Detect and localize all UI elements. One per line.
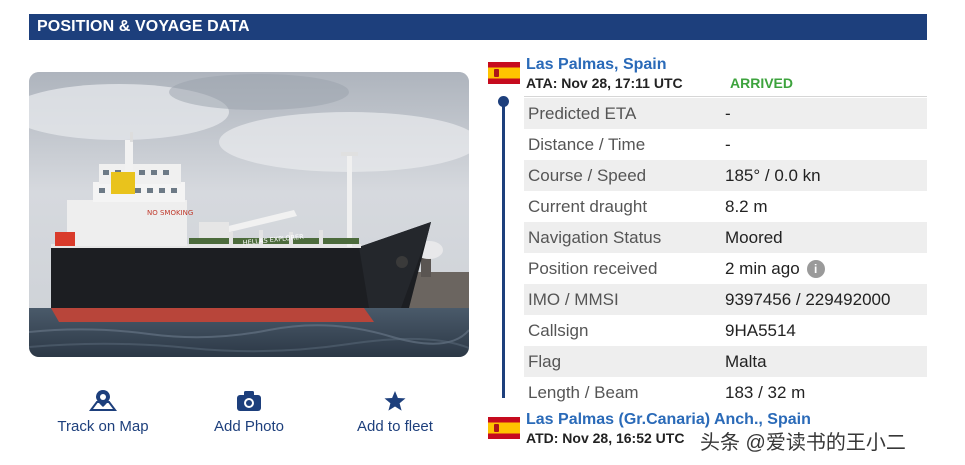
row-value: Malta xyxy=(725,351,767,371)
row-value: 9397456 / 229492000 xyxy=(725,289,891,309)
spain-flag-icon xyxy=(488,62,520,84)
row-label: Position received xyxy=(528,258,658,278)
table-row: Course / Speed 185° / 0.0 kn xyxy=(524,160,927,191)
row-value: - xyxy=(725,103,731,123)
voyage-timeline xyxy=(502,101,505,398)
row-value: 8.2 m xyxy=(725,196,768,216)
row-value: 9HA5514 xyxy=(725,320,796,340)
row-value: 183 / 32 m xyxy=(725,382,806,402)
camera-icon xyxy=(184,388,314,412)
deck-sign-text: NO SMOKING xyxy=(147,209,193,217)
departure-time: ATD: Nov 28, 16:52 UTC xyxy=(526,430,685,446)
table-row: Navigation Status Moored xyxy=(524,222,927,253)
table-row: Position received 2 min ago i xyxy=(524,253,927,284)
info-icon[interactable]: i xyxy=(806,259,825,278)
table-row: Predicted ETA - xyxy=(524,98,927,129)
row-label: Flag xyxy=(528,351,562,371)
row-label: Navigation Status xyxy=(528,227,662,247)
row-label: Current draught xyxy=(528,196,648,216)
row-label: Callsign xyxy=(528,320,589,340)
table-row: IMO / MMSI 9397456 / 229492000 xyxy=(524,284,927,315)
arrival-port-link[interactable]: Las Palmas, Spain xyxy=(526,56,667,74)
add-photo-button[interactable]: Add Photo xyxy=(184,388,314,435)
table-row: Callsign 9HA5514 xyxy=(524,315,927,346)
table-row: Length / Beam 183 / 32 m xyxy=(524,377,927,408)
map-pin-icon xyxy=(38,388,168,412)
row-label: Distance / Time xyxy=(528,134,646,154)
section-header: POSITION & VOYAGE DATA xyxy=(29,14,927,40)
row-label: IMO / MMSI xyxy=(528,289,619,309)
divider xyxy=(524,96,927,97)
row-label: Predicted ETA xyxy=(528,103,637,123)
star-icon xyxy=(330,388,460,412)
table-row: Flag Malta xyxy=(524,346,927,377)
vessel-photo[interactable]: NO SMOKING HELLAS EXPLORER xyxy=(29,72,469,357)
row-label: Length / Beam xyxy=(528,382,639,402)
row-value-wrap: 2 min ago i xyxy=(725,259,825,279)
voyage-data-table: Predicted ETA - Distance / Time - Course… xyxy=(524,98,927,408)
track-on-map-button[interactable]: Track on Map xyxy=(38,388,168,435)
table-row: Distance / Time - xyxy=(524,129,927,160)
watermark-text: 头条 @爱读书的王小二 xyxy=(700,432,906,454)
row-value: - xyxy=(725,134,731,154)
spain-flag-icon xyxy=(488,417,520,439)
row-value: Moored xyxy=(725,227,783,247)
arrival-status-badge: ARRIVED xyxy=(730,75,794,91)
table-row: Current draught 8.2 m xyxy=(524,191,927,222)
add-to-fleet-label: Add to fleet xyxy=(357,418,433,435)
timeline-dot xyxy=(498,96,509,107)
row-value: 2 min ago xyxy=(725,258,800,278)
track-on-map-label: Track on Map xyxy=(57,418,149,435)
row-label: Course / Speed xyxy=(528,165,647,185)
section-title: POSITION & VOYAGE DATA xyxy=(37,18,250,35)
add-photo-label: Add Photo xyxy=(213,418,285,435)
row-value: 185° / 0.0 kn xyxy=(725,165,821,185)
arrival-time: ATA: Nov 28, 17:11 UTC xyxy=(526,75,683,91)
add-to-fleet-button[interactable]: Add to fleet xyxy=(330,388,460,435)
